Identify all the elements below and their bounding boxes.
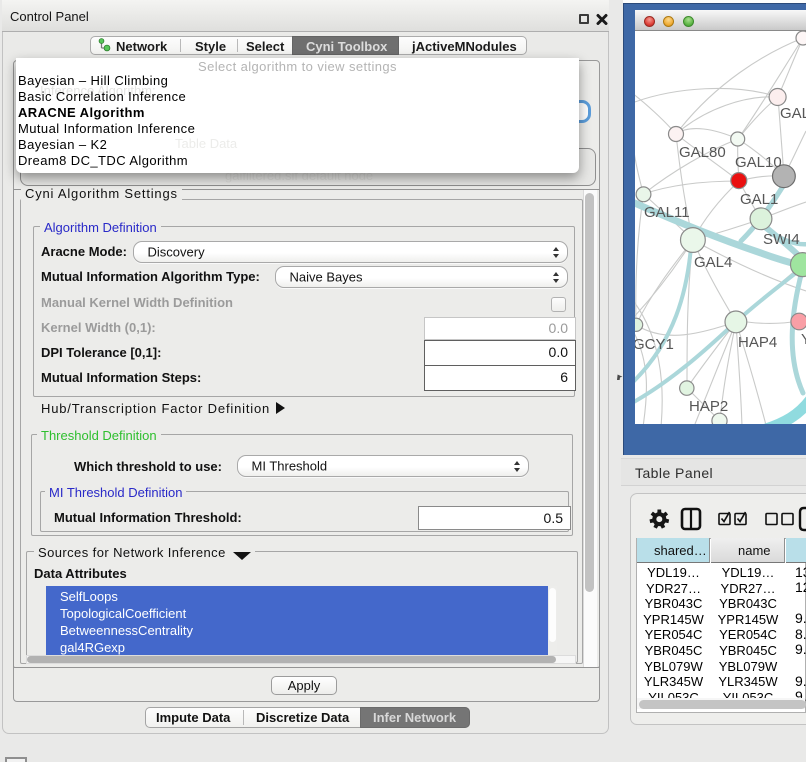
svg-text:GAL80: GAL80 [679, 144, 726, 161]
svg-text:GAL10: GAL10 [735, 154, 782, 171]
svg-text:GAL4: GAL4 [694, 254, 732, 271]
svg-text:GAL1: GAL1 [740, 191, 778, 208]
svg-text:Y: Y [801, 331, 806, 348]
svg-text:HAP2: HAP2 [689, 398, 728, 415]
svg-text:GCY1: GCY1 [635, 336, 674, 353]
svg-text:SWI4: SWI4 [763, 231, 800, 248]
svg-text:GAL7: GAL7 [780, 105, 806, 122]
svg-text:GAL11: GAL11 [644, 204, 690, 221]
svg-text:HAP4: HAP4 [738, 334, 777, 351]
